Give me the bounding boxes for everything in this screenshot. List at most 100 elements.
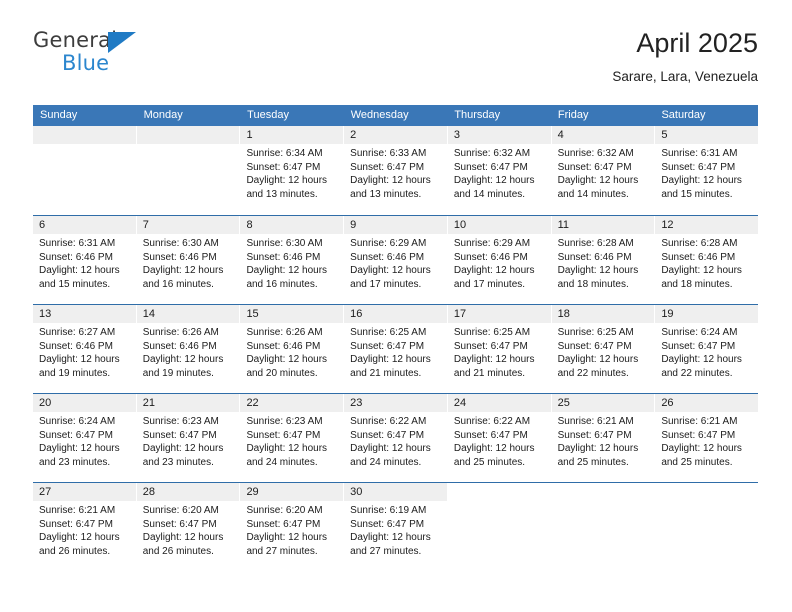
calendar-day-cell[interactable]: 13 Sunrise: 6:27 AM Sunset: 6:46 PM Dayligh… <box>33 305 136 393</box>
calendar-day-cell[interactable]: 6 Sunrise: 6:31 AM Sunset: 6:46 PM Daylight… <box>33 216 136 304</box>
sunset-text: Sunset: 6:47 PM <box>557 161 632 173</box>
day-sun-info: Sunrise: 6:28 AM Sunset: 6:46 PM Daylight:… <box>552 234 655 291</box>
calendar-page: General Blue April 2025 Sarare, Lara, Ve… <box>0 0 792 612</box>
daylight-text-line2: and 23 minutes. <box>142 456 214 468</box>
sunrise-text: Sunrise: 6:21 AM <box>39 505 116 516</box>
daylight-text-line2: and 21 minutes. <box>453 367 526 379</box>
calendar-day-cell[interactable]: 10 Sunrise: 6:29 AM Sunset: 6:46 PM Dayligh… <box>446 216 551 304</box>
day-number <box>552 483 655 501</box>
calendar-day-cell[interactable]: 18 Sunrise: 6:25 AM Sunset: 6:47 PM Dayligh… <box>550 305 655 393</box>
calendar-day-cell[interactable]: 7 Sunrise: 6:30 AM Sunset: 6:46 PM Daylight… <box>135 216 240 304</box>
daylight-text-line1: Daylight: 12 hours <box>350 354 431 366</box>
daylight-text-line1: Daylight: 12 hours <box>453 175 535 187</box>
logo-text-blue: Blue <box>62 51 110 75</box>
calendar-day-cell[interactable]: 2 Sunrise: 6:33 AM Sunset: 6:47 PM Daylight… <box>343 126 447 215</box>
calendar-day-cell[interactable]: 30 Sunrise: 6:19 AM Sunset: 6:47 PM Dayligh… <box>343 483 447 571</box>
sunset-text: Sunset: 6:47 PM <box>453 161 528 173</box>
day-number: 11 <box>551 216 655 234</box>
calendar-day-cell[interactable]: 20 Sunrise: 6:24 AM Sunset: 6:47 PM Dayligh… <box>33 394 136 482</box>
calendar-weeks: 1 Sunrise: 6:34 AM Sunset: 6:47 PM Daylight… <box>33 126 759 571</box>
calendar-day-cell[interactable]: 12 Sunrise: 6:28 AM Sunset: 6:46 PM Dayligh… <box>654 216 759 304</box>
sunset-text: Sunset: 6:47 PM <box>661 340 736 352</box>
daylight-text-line1: Daylight: 12 hours <box>350 532 431 544</box>
sunset-text: Sunset: 6:46 PM <box>142 340 217 352</box>
calendar-week-row: 13 Sunrise: 6:27 AM Sunset: 6:46 PM Dayligh… <box>33 304 759 393</box>
day-sun-info: Sunrise: 6:30 AM Sunset: 6:46 PM Daylight:… <box>240 234 343 291</box>
calendar-day-cell[interactable]: 5 Sunrise: 6:31 AM Sunset: 6:47 PM Daylight… <box>654 126 759 215</box>
calendar-day-cell[interactable]: 15 Sunrise: 6:26 AM Sunset: 6:46 PM Dayligh… <box>239 305 344 393</box>
calendar-day-cell[interactable]: 17 Sunrise: 6:25 AM Sunset: 6:47 PM Dayligh… <box>446 305 551 393</box>
daylight-text-line2: and 13 minutes. <box>246 188 318 200</box>
general-blue-logo[interactable]: General Blue <box>33 28 173 80</box>
calendar-day-cell[interactable]: 25 Sunrise: 6:21 AM Sunset: 6:47 PM Dayligh… <box>550 394 655 482</box>
calendar-day-cell[interactable]: 23 Sunrise: 6:22 AM Sunset: 6:47 PM Dayligh… <box>343 394 447 482</box>
day-sun-info: Sunrise: 6:24 AM Sunset: 6:47 PM Daylight:… <box>33 412 136 469</box>
calendar-day-cell[interactable]: 29 Sunrise: 6:20 AM Sunset: 6:47 PM Dayligh… <box>239 483 344 571</box>
daylight-text-line1: Daylight: 12 hours <box>557 265 639 277</box>
day-sun-info: Sunrise: 6:23 AM Sunset: 6:47 PM Daylight:… <box>240 412 343 469</box>
day-sun-info: Sunrise: 6:26 AM Sunset: 6:46 PM Daylight:… <box>137 323 240 380</box>
weekday-header-monday: Monday <box>143 109 183 121</box>
day-number: 13 <box>33 305 136 323</box>
calendar-day-cell[interactable]: 19 Sunrise: 6:24 AM Sunset: 6:47 PM Dayligh… <box>654 305 759 393</box>
day-sun-info: Sunrise: 6:33 AM Sunset: 6:47 PM Daylight:… <box>344 144 447 201</box>
daylight-text-line2: and 18 minutes. <box>661 278 733 290</box>
sunrise-text: Sunrise: 6:24 AM <box>39 416 116 427</box>
weekday-header-row: Sunday Monday Tuesday Wednesday Thursday… <box>33 105 758 126</box>
sunset-text: Sunset: 6:47 PM <box>661 429 736 441</box>
daylight-text-line2: and 16 minutes. <box>246 278 318 290</box>
calendar-day-cell[interactable]: 1 Sunrise: 6:34 AM Sunset: 6:47 PM Daylight… <box>239 126 344 215</box>
calendar-day-cell[interactable]: 11 Sunrise: 6:28 AM Sunset: 6:46 PM Dayligh… <box>550 216 655 304</box>
daylight-text-line2: and 25 minutes. <box>661 456 733 468</box>
calendar-day-cell[interactable]: 27 Sunrise: 6:21 AM Sunset: 6:47 PM Dayligh… <box>33 483 136 571</box>
calendar-week-row: 27 Sunrise: 6:21 AM Sunset: 6:47 PM Dayligh… <box>33 482 758 571</box>
calendar-day-cell-blank <box>654 483 758 571</box>
sunset-text: Sunset: 6:47 PM <box>142 429 217 441</box>
sunrise-text: Sunrise: 6:25 AM <box>557 327 634 338</box>
logo-triangle-icon <box>108 32 136 53</box>
sunrise-text: Sunrise: 6:27 AM <box>39 327 116 338</box>
calendar-day-cell <box>135 126 240 215</box>
daylight-text-line2: and 19 minutes. <box>39 367 111 379</box>
sunset-text: Sunset: 6:47 PM <box>661 161 736 173</box>
calendar-day-cell[interactable]: 8 Sunrise: 6:30 AM Sunset: 6:46 PM Daylight… <box>239 216 344 304</box>
daylight-text-line1: Daylight: 12 hours <box>557 175 639 187</box>
calendar-day-cell[interactable]: 14 Sunrise: 6:26 AM Sunset: 6:46 PM Dayligh… <box>135 305 240 393</box>
day-sun-info: Sunrise: 6:25 AM Sunset: 6:47 PM Daylight:… <box>448 323 551 380</box>
day-sun-info: Sunrise: 6:31 AM Sunset: 6:46 PM Daylight:… <box>33 234 136 291</box>
daylight-text-line1: Daylight: 12 hours <box>661 443 742 455</box>
sunset-text: Sunset: 6:46 PM <box>453 251 528 263</box>
daylight-text-line2: and 20 minutes. <box>246 367 318 379</box>
logo-text-general: General <box>33 28 118 52</box>
calendar-day-cell[interactable]: 28 Sunrise: 6:20 AM Sunset: 6:47 PM Dayligh… <box>135 483 240 571</box>
day-sun-info: Sunrise: 6:20 AM Sunset: 6:47 PM Daylight:… <box>137 501 240 558</box>
daylight-text-line2: and 16 minutes. <box>142 278 214 290</box>
sunset-text: Sunset: 6:46 PM <box>246 340 321 352</box>
daylight-text-line2: and 14 minutes. <box>453 188 526 200</box>
day-number: 21 <box>136 394 240 412</box>
day-number <box>655 483 758 501</box>
day-number: 5 <box>655 126 759 144</box>
sunset-text: Sunset: 6:47 PM <box>142 518 217 530</box>
day-number: 23 <box>344 394 447 412</box>
sunset-text: Sunset: 6:46 PM <box>350 251 425 263</box>
weekday-header-sunday: Sunday <box>40 109 78 121</box>
day-number: 26 <box>655 394 759 412</box>
calendar-day-cell[interactable]: 4 Sunrise: 6:32 AM Sunset: 6:47 PM Daylight… <box>550 126 655 215</box>
calendar-day-cell[interactable]: 22 Sunrise: 6:23 AM Sunset: 6:47 PM Dayligh… <box>239 394 344 482</box>
day-sun-info: Sunrise: 6:32 AM Sunset: 6:47 PM Daylight:… <box>448 144 551 201</box>
daylight-text-line2: and 25 minutes. <box>557 456 629 468</box>
calendar-day-cell-blank <box>446 483 551 571</box>
calendar-day-cell[interactable]: 16 Sunrise: 6:25 AM Sunset: 6:47 PM Dayligh… <box>343 305 447 393</box>
calendar-day-cell[interactable]: 24 Sunrise: 6:22 AM Sunset: 6:47 PM Dayligh… <box>446 394 551 482</box>
day-sun-info: Sunrise: 6:34 AM Sunset: 6:47 PM Daylight:… <box>240 144 343 201</box>
calendar-day-cell[interactable]: 9 Sunrise: 6:29 AM Sunset: 6:46 PM Daylight… <box>343 216 447 304</box>
sunrise-text: Sunrise: 6:30 AM <box>246 238 323 249</box>
calendar-day-cell[interactable]: 26 Sunrise: 6:21 AM Sunset: 6:47 PM Dayligh… <box>654 394 759 482</box>
daylight-text-line1: Daylight: 12 hours <box>453 265 535 277</box>
daylight-text-line1: Daylight: 12 hours <box>246 532 328 544</box>
day-number <box>33 126 136 144</box>
calendar-day-cell[interactable]: 3 Sunrise: 6:32 AM Sunset: 6:47 PM Daylight… <box>446 126 551 215</box>
daylight-text-line1: Daylight: 12 hours <box>557 354 639 366</box>
calendar-day-cell[interactable]: 21 Sunrise: 6:23 AM Sunset: 6:47 PM Dayligh… <box>135 394 240 482</box>
